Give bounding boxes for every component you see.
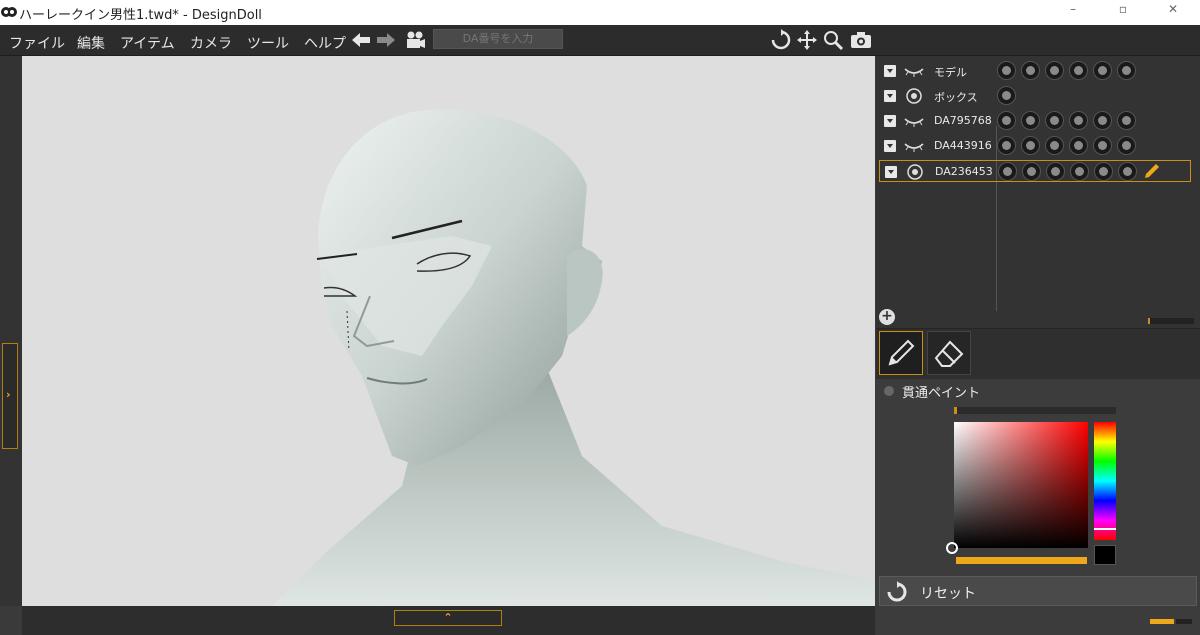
brush-size-slider[interactable] — [954, 407, 1116, 414]
eraser-icon — [934, 340, 964, 367]
layer-tool-icon[interactable] — [1046, 162, 1065, 181]
layer-expand-toggle[interactable] — [884, 65, 896, 77]
layer-tool-icon[interactable] — [1045, 61, 1064, 80]
current-color-swatch — [1094, 545, 1116, 565]
da-number-input[interactable] — [433, 29, 563, 49]
paint-tools — [876, 329, 1200, 379]
chevron-up-icon: ⌃ — [443, 611, 453, 624]
pencil-tool-button[interactable] — [879, 331, 923, 375]
layer-row[interactable]: モデル — [879, 60, 1191, 82]
expand-bottom-panel-button[interactable]: ⌃ — [394, 610, 502, 626]
layer-row[interactable]: DA236453 — [879, 160, 1191, 182]
undo-arrow-icon[interactable] — [350, 29, 372, 51]
layer-expand-toggle[interactable] — [884, 115, 896, 127]
title-bar: ハーレークイン男性1.twd* - DesignDoll – ▫ ✕ — [0, 0, 1200, 25]
layer-scrollbar[interactable] — [1148, 318, 1194, 324]
layer-tool-icon[interactable] — [1093, 111, 1112, 130]
layer-tool-icon[interactable] — [997, 86, 1016, 105]
layer-tool-icon[interactable] — [1069, 136, 1088, 155]
layer-tool-icon[interactable] — [997, 136, 1016, 155]
camera-icon[interactable] — [850, 29, 872, 51]
app-logo-icon — [1, 7, 17, 17]
radio-dot-icon — [884, 386, 894, 396]
layer-tool-icon[interactable] — [997, 61, 1016, 80]
layer-name: モデル — [934, 66, 967, 79]
layer-tool-icon[interactable] — [1117, 111, 1136, 130]
layer-tool-icon[interactable] — [1118, 162, 1137, 181]
layer-tool-icon[interactable] — [998, 162, 1017, 181]
menu-help[interactable]: ヘルプ — [304, 33, 346, 53]
window-title: ハーレークイン男性1.twd* - DesignDoll — [19, 8, 262, 23]
video-camera-icon[interactable] — [404, 29, 426, 51]
eraser-tool-button[interactable] — [927, 331, 971, 375]
hue-slider[interactable] — [1094, 422, 1116, 540]
bottom-bar: ⌃ — [22, 606, 875, 635]
saturation-value-picker[interactable] — [954, 422, 1088, 548]
eye-closed-icon[interactable] — [903, 138, 925, 154]
layer-expand-toggle[interactable] — [884, 90, 896, 102]
layer-row[interactable]: DA443916 — [879, 135, 1191, 157]
layer-list: モデルボックス DA795768 DA443916 DA236453 + — [876, 56, 1200, 329]
menu-item[interactable]: アイテム — [120, 33, 175, 53]
eye-open-icon[interactable] — [904, 164, 926, 180]
left-rail: › — [0, 56, 23, 606]
edit-pencil-icon[interactable] — [1142, 161, 1162, 181]
minimize-button[interactable]: – — [1053, 2, 1093, 22]
menu-edit[interactable]: 編集 — [77, 33, 105, 53]
add-layer-button[interactable]: + — [879, 309, 895, 325]
chevron-right-icon: › — [6, 388, 11, 401]
menu-file[interactable]: ファイル — [9, 33, 65, 53]
layer-name: DA443916 — [934, 139, 992, 152]
head-model[interactable] — [22, 56, 875, 606]
hue-marker[interactable] — [1094, 528, 1116, 530]
move-icon[interactable] — [796, 29, 818, 51]
eye-open-icon[interactable] — [903, 88, 925, 104]
layer-name: DA795768 — [934, 114, 992, 127]
reset-icon — [887, 581, 907, 602]
progress-indicator — [1150, 619, 1174, 624]
menu-bar: ファイル 編集 アイテム カメラ ツール ヘルプ — [0, 25, 1200, 56]
layer-row[interactable]: ボックス — [879, 85, 1191, 107]
layer-tool-icon[interactable] — [1117, 136, 1136, 155]
menu-tools[interactable]: ツール — [247, 33, 289, 53]
layer-row[interactable]: DA795768 — [879, 110, 1191, 132]
layer-tool-icon[interactable] — [1021, 111, 1040, 130]
color-picker-cursor[interactable] — [946, 542, 958, 554]
reset-label: リセット — [920, 586, 976, 602]
eye-closed-icon[interactable] — [903, 63, 925, 79]
right-panel: モデルボックス DA795768 DA443916 DA236453 + 貫通ペイント — [876, 56, 1200, 635]
layer-tool-icon[interactable] — [1045, 111, 1064, 130]
restore-button[interactable]: ▫ — [1103, 2, 1143, 22]
layer-name: DA236453 — [935, 165, 993, 178]
progress-track — [1176, 619, 1192, 624]
layer-tool-icon[interactable] — [1069, 61, 1088, 80]
rotate-icon[interactable] — [770, 29, 792, 51]
layer-tool-icon[interactable] — [997, 111, 1016, 130]
layer-tool-icon[interactable] — [1045, 136, 1064, 155]
layer-tool-icon[interactable] — [1022, 162, 1041, 181]
menu-camera[interactable]: カメラ — [190, 33, 232, 53]
expand-left-panel-button[interactable]: › — [2, 343, 18, 449]
layer-tool-icon[interactable] — [1093, 61, 1112, 80]
layer-tool-icon[interactable] — [1117, 61, 1136, 80]
layer-name: ボックス — [934, 91, 978, 104]
layer-tool-icon[interactable] — [1070, 162, 1089, 181]
zoom-icon[interactable] — [822, 29, 844, 51]
3d-viewport[interactable] — [22, 56, 875, 606]
layer-tool-icon[interactable] — [1094, 162, 1113, 181]
layer-tool-icon[interactable] — [1093, 136, 1112, 155]
eye-closed-icon[interactable] — [903, 113, 925, 129]
layer-tool-icon[interactable] — [1069, 111, 1088, 130]
layer-tool-icon[interactable] — [1021, 136, 1040, 155]
layer-expand-toggle[interactable] — [885, 166, 897, 178]
reset-button[interactable]: リセット — [879, 576, 1197, 606]
pencil-icon — [888, 339, 915, 366]
penetrate-paint-label: 貫通ペイント — [902, 386, 981, 401]
layer-tool-icon[interactable] — [1021, 61, 1040, 80]
opacity-slider[interactable] — [956, 557, 1087, 564]
layer-expand-toggle[interactable] — [884, 140, 896, 152]
close-button[interactable]: ✕ — [1153, 2, 1193, 22]
redo-arrow-icon[interactable] — [375, 29, 397, 51]
